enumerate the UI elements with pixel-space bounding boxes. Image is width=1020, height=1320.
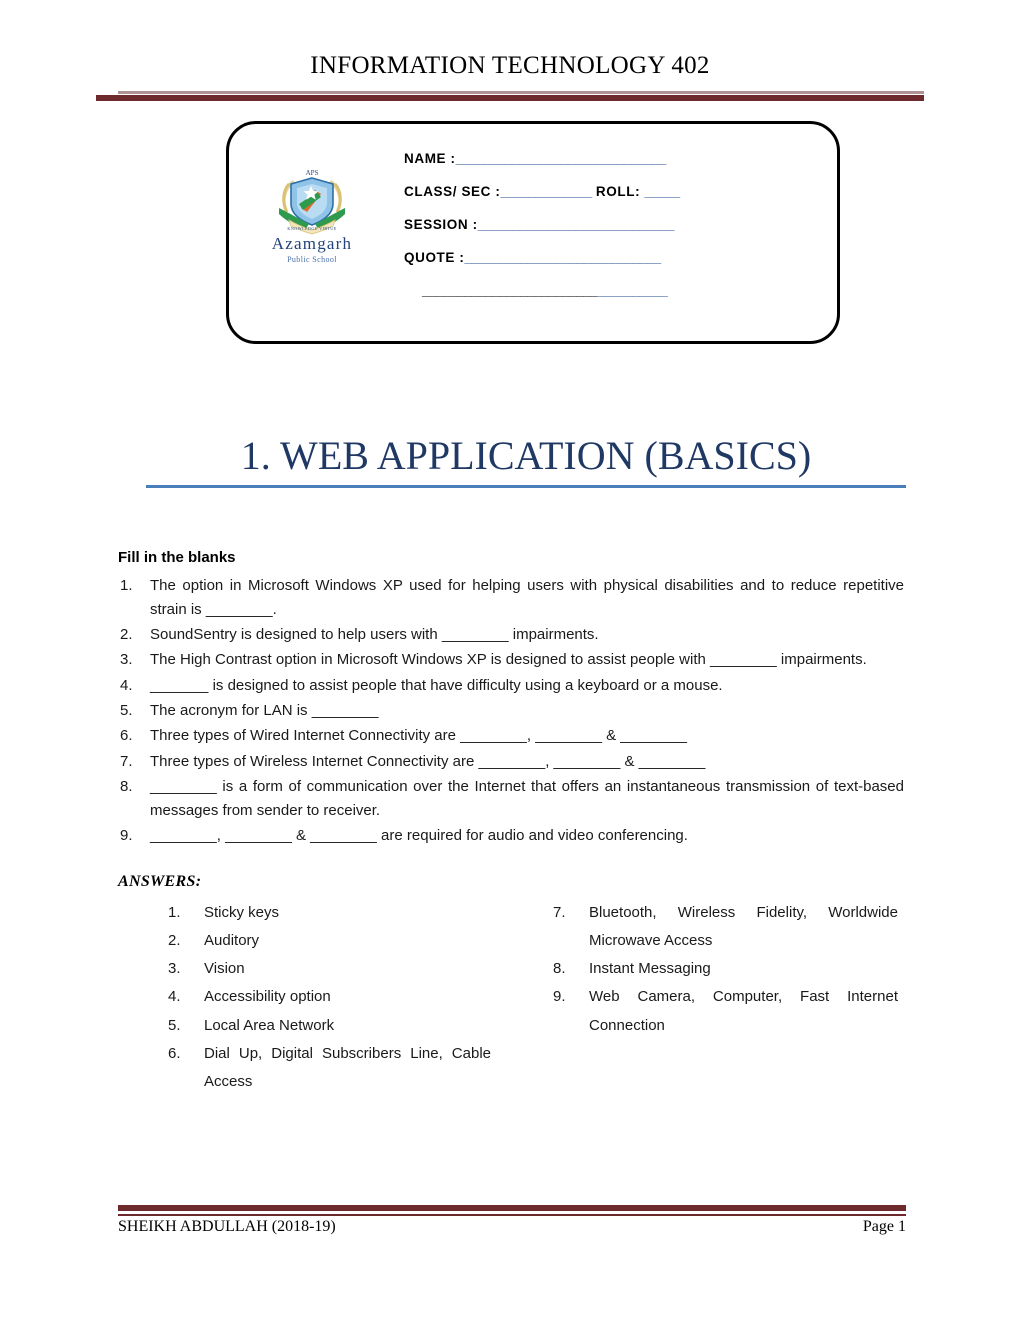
answer-number: 8. xyxy=(553,960,566,978)
answer-item: 1. Sticky keys xyxy=(168,899,491,927)
chapter-title: 1. WEB APPLICATION (BASICS) xyxy=(240,433,812,478)
field-quote-blank[interactable]: ____________________________ xyxy=(464,250,661,265)
field-quote-continuation-blank-blue[interactable]: __________ xyxy=(597,283,668,298)
question-item: SoundSentry is designed to help users wi… xyxy=(120,623,599,648)
header-divider-thick xyxy=(96,95,924,101)
header-divider-thin xyxy=(118,91,924,94)
field-quote-continuation-row: ___________________________________ xyxy=(404,283,824,300)
svg-text:KNOWLEDGE VIRTUE: KNOWLEDGE VIRTUE xyxy=(287,226,336,231)
answer-number: 7. xyxy=(553,903,566,921)
answers-column-left: 1. Sticky keys 2. Auditory 3. Vision 4. … xyxy=(118,899,511,1096)
question-item: Three types of Wireless Internet Connect… xyxy=(120,750,706,775)
footer-page-number: Page 1 xyxy=(862,1218,906,1235)
questions-list: The option in Microsoft Windows XP used … xyxy=(118,574,904,850)
question-item: The acronym for LAN is ________ xyxy=(120,699,379,724)
field-name-label: NAME : xyxy=(404,151,456,166)
document-content: Fill in the blanks The option in Microso… xyxy=(118,548,904,1096)
answer-number: 9. xyxy=(553,988,566,1006)
footer-divider-thick xyxy=(118,1205,906,1211)
school-crest-icon: APS KNOWLEDGE VIRTUE xyxy=(279,169,345,235)
answer-text: Web Camera, Computer, Fast Internet Conn… xyxy=(589,988,898,1034)
answer-item: 2. Auditory xyxy=(168,927,491,955)
footer-author: SHEIKH ABDULLAH (2018-19) xyxy=(118,1218,336,1235)
field-class-sec-row: CLASS/ SEC :_____________ ROLL: _____ xyxy=(404,184,824,201)
answer-number: 5. xyxy=(168,1016,181,1034)
answer-number: 6. xyxy=(168,1044,181,1062)
chapter-heading-block: 1. WEB APPLICATION (BASICS) xyxy=(146,433,906,488)
answer-number: 1. xyxy=(168,903,181,921)
answer-number: 2. xyxy=(168,931,181,949)
student-fields: NAME :______________________________ CLA… xyxy=(404,151,824,299)
chapter-title-underline xyxy=(146,484,906,488)
question-item: ________, ________ & ________ are requir… xyxy=(120,824,688,849)
answer-item: 5. Local Area Network xyxy=(168,1012,491,1040)
field-quote-row: QUOTE :____________________________ xyxy=(404,250,824,267)
answer-item: 6. Dial Up, Digital Subscribers Line, Ca… xyxy=(168,1040,491,1096)
footer-divider-thin xyxy=(118,1214,906,1216)
answer-text: Instant Messaging xyxy=(589,960,711,978)
field-name-row: NAME :______________________________ xyxy=(404,151,824,168)
student-info-box: APS KNOWLEDGE VIRTUE Azamgarh Public Sch… xyxy=(226,121,840,344)
answers-list-left: 1. Sticky keys 2. Auditory 3. Vision 4. … xyxy=(168,899,491,1096)
field-roll-label: ROLL: xyxy=(591,183,645,199)
answers-column-right: 7. Bluetooth, Wireless Fidelity, Worldwi… xyxy=(511,899,904,1096)
document-page: INFORMATION TECHNOLOGY 402 APS KNOWLEDGE… xyxy=(0,0,1020,1320)
field-session-label: SESSION : xyxy=(404,216,478,232)
field-quote-label: QUOTE : xyxy=(404,249,465,265)
answer-text: Bluetooth, Wireless Fidelity, Worldwide … xyxy=(589,903,898,949)
field-quote-continuation-blank-black[interactable]: _________________________ xyxy=(422,283,598,298)
question-item: ________ is a form of communication over… xyxy=(120,775,904,820)
field-class-sec-blank[interactable]: _____________ xyxy=(500,184,592,199)
field-session-blank[interactable]: ____________________________ xyxy=(478,217,675,232)
question-item: _______ is designed to assist people tha… xyxy=(120,674,723,699)
header-divider xyxy=(96,91,924,101)
document-footer: SHEIKH ABDULLAH (2018-19) Page 1 xyxy=(118,1218,906,1236)
school-logo-name: Azamgarh xyxy=(271,234,353,253)
question-item: The option in Microsoft Windows XP used … xyxy=(120,574,904,618)
answer-text: Accessibility option xyxy=(204,988,331,1006)
answer-text: Local Area Network xyxy=(204,1016,335,1034)
answer-item: 7. Bluetooth, Wireless Fidelity, Worldwi… xyxy=(553,899,898,955)
question-item: The High Contrast option in Microsoft Wi… xyxy=(120,648,867,673)
answer-text: Auditory xyxy=(204,931,260,949)
svg-text:APS: APS xyxy=(306,169,319,177)
answer-text: Sticky keys xyxy=(204,903,280,921)
field-class-sec-label: CLASS/ SEC : xyxy=(404,183,501,199)
section-heading-fill-in-the-blanks: Fill in the blanks xyxy=(118,549,236,566)
field-name-blank[interactable]: ______________________________ xyxy=(456,151,667,166)
answer-text: Vision xyxy=(204,960,245,978)
answer-item: 3. Vision xyxy=(168,955,491,983)
school-logo-subtitle: Public School xyxy=(287,255,337,264)
document-header: INFORMATION TECHNOLOGY 402 xyxy=(0,52,1020,80)
answer-item: 4. Accessibility option xyxy=(168,983,491,1011)
footer-divider xyxy=(118,1205,906,1216)
answer-text: Dial Up, Digital Subscribers Line, Cable… xyxy=(204,1044,491,1090)
answers-heading: ANSWERS: xyxy=(118,872,202,890)
field-session-row: SESSION :____________________________ xyxy=(404,217,824,234)
answer-number: 4. xyxy=(168,988,181,1006)
answer-item: 8. Instant Messaging xyxy=(553,955,898,983)
header-title: INFORMATION TECHNOLOGY 402 xyxy=(310,52,710,79)
answers-list-right: 7. Bluetooth, Wireless Fidelity, Worldwi… xyxy=(553,899,898,1040)
school-logo: APS KNOWLEDGE VIRTUE Azamgarh Public Sch… xyxy=(259,164,365,266)
field-roll-blank[interactable]: _____ xyxy=(645,184,681,199)
question-item: Three types of Wired Internet Connectivi… xyxy=(120,724,688,749)
answer-number: 3. xyxy=(168,960,181,978)
answers-columns: 1. Sticky keys 2. Auditory 3. Vision 4. … xyxy=(118,899,904,1096)
answer-item: 9. Web Camera, Computer, Fast Internet C… xyxy=(553,983,898,1039)
